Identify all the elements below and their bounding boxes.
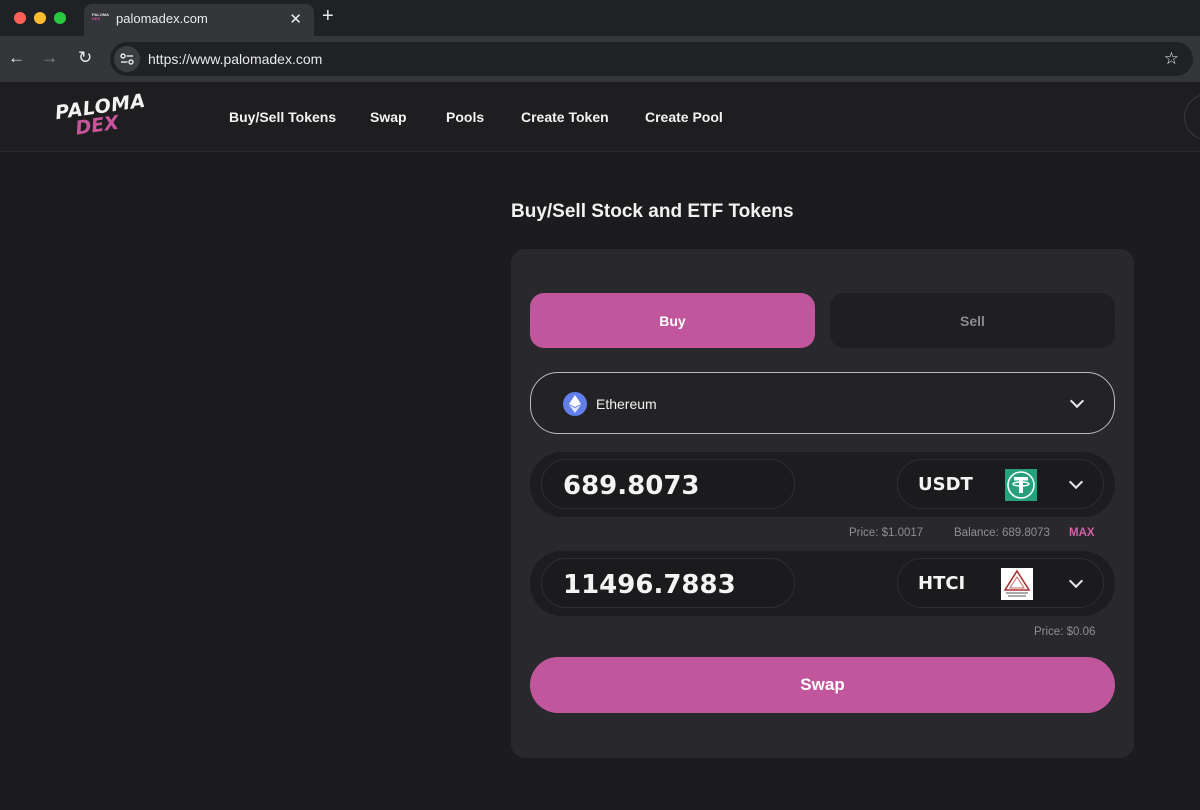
chevron-down-icon: [1069, 393, 1085, 409]
paloma-dex-logo[interactable]: PALOMA DEX: [53, 84, 149, 146]
max-button[interactable]: MAX: [1069, 527, 1095, 539]
browser-tab[interactable]: PALOMA DEX palomadex.com ✕: [84, 4, 314, 36]
forward-arrow-icon[interactable]: →: [41, 48, 58, 68]
favicon-text-bottom: DEX: [92, 16, 101, 21]
htci-token-icon: [1001, 568, 1033, 600]
from-amount-value: 689.8073: [563, 471, 700, 501]
close-window-button[interactable]: [14, 12, 26, 24]
new-tab-icon[interactable]: +: [322, 5, 334, 28]
tether-icon: [1005, 469, 1037, 501]
site-header: PALOMA DEX Buy/Sell Tokens Swap Pools Cr…: [0, 82, 1200, 152]
minimize-window-button[interactable]: [34, 12, 46, 24]
nav-buy-sell-tokens[interactable]: Buy/Sell Tokens: [229, 109, 336, 125]
nav-pools[interactable]: Pools: [446, 109, 484, 125]
chain-selector[interactable]: Ethereum: [530, 372, 1115, 434]
nav-swap[interactable]: Swap: [370, 109, 407, 125]
address-bar[interactable]: https://www.palomadex.com ☆: [110, 42, 1193, 76]
site-settings-icon[interactable]: [114, 46, 140, 72]
to-amount-input[interactable]: 11496.7883: [541, 558, 795, 608]
favicon-icon: PALOMA DEX: [92, 13, 109, 27]
browser-tab-bar: PALOMA DEX palomadex.com ✕ +: [0, 0, 1200, 36]
chevron-down-icon: [1068, 474, 1084, 490]
tab-close-icon[interactable]: ✕: [289, 10, 302, 28]
nav-create-token[interactable]: Create Token: [521, 109, 609, 125]
to-token-price: Price: $0.06: [1034, 626, 1096, 638]
logo-text-dex: DEX: [74, 111, 121, 140]
url-text: https://www.palomadex.com: [148, 51, 323, 67]
trade-card: Buy Sell Ethereum 689.8073 USDT Price: $…: [511, 249, 1134, 758]
maximize-window-button[interactable]: [54, 12, 66, 24]
page-title: Buy/Sell Stock and ETF Tokens: [511, 201, 794, 222]
sell-tab[interactable]: Sell: [830, 293, 1115, 348]
nav-create-pool[interactable]: Create Pool: [645, 109, 723, 125]
wallet-button[interactable]: [1184, 94, 1200, 140]
tab-title: palomadex.com: [116, 11, 208, 26]
chevron-down-icon: [1068, 573, 1084, 589]
from-token-price: Price: $1.0017: [849, 527, 924, 539]
swap-button[interactable]: Swap: [530, 657, 1115, 713]
to-token-selector[interactable]: HTCI: [897, 558, 1104, 608]
ethereum-icon: [563, 392, 587, 416]
buy-tab[interactable]: Buy: [530, 293, 815, 348]
reload-icon[interactable]: ↻: [78, 48, 92, 68]
to-amount-value: 11496.7883: [563, 570, 736, 600]
from-amount-input[interactable]: 689.8073: [541, 459, 795, 509]
browser-toolbar: ← → ↻ https://www.palomadex.com ☆: [0, 36, 1200, 82]
bookmark-star-icon[interactable]: ☆: [1164, 49, 1179, 69]
from-token-selector[interactable]: USDT: [897, 459, 1104, 509]
from-token-row: 689.8073 USDT: [530, 452, 1115, 517]
from-token-balance: Balance: 689.8073: [954, 527, 1050, 539]
chain-name: Ethereum: [596, 396, 657, 412]
from-token-symbol: USDT: [918, 474, 973, 495]
to-token-row: 11496.7883 HTCI: [530, 551, 1115, 616]
to-token-symbol: HTCI: [918, 573, 966, 594]
back-arrow-icon[interactable]: ←: [8, 48, 25, 68]
